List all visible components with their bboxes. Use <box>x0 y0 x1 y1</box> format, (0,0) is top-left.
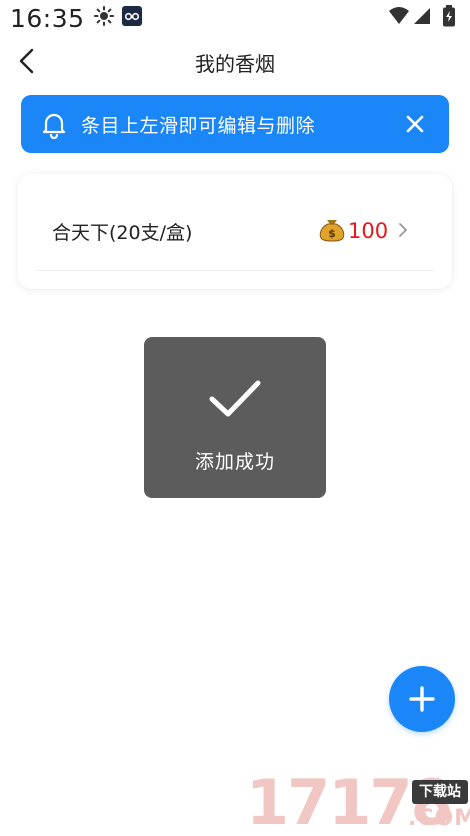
watermark-logo: 17178 下载站 .COM <box>244 770 470 836</box>
svg-text:$: $ <box>328 227 336 240</box>
close-icon <box>406 115 424 133</box>
nav-bar: 我的香烟 <box>0 38 470 86</box>
page-title: 我的香烟 <box>195 52 275 76</box>
item-price: 100 <box>348 219 389 243</box>
chevron-right-icon <box>398 222 408 242</box>
wifi-icon <box>388 6 432 30</box>
money-bag-icon: $ <box>318 216 346 248</box>
success-toast: 添加成功 <box>144 337 326 498</box>
app-notification-icon <box>122 6 142 30</box>
list-item[interactable]: 合天下(20支/盒) $ 100 <box>18 174 452 270</box>
status-time: 16:35 <box>10 4 85 33</box>
status-bar: 16:35 <box>0 0 470 36</box>
item-divider <box>36 270 434 271</box>
tip-text: 条目上左滑即可编辑与删除 <box>81 115 316 137</box>
add-button[interactable] <box>389 666 455 732</box>
battery-icon <box>442 5 456 31</box>
cigarette-list: 合天下(20支/盒) $ 100 <box>18 174 452 289</box>
bell-icon <box>41 111 67 143</box>
watermark-badge: 下载站 <box>412 780 468 804</box>
watermark-suffix: .COM <box>408 806 470 831</box>
item-name: 合天下(20支/盒) <box>52 222 193 244</box>
toast-text: 添加成功 <box>194 451 275 473</box>
check-icon <box>208 377 262 425</box>
close-tip-button[interactable] <box>403 112 427 136</box>
brightness-icon <box>94 6 114 30</box>
tip-banner: 条目上左滑即可编辑与删除 <box>21 95 449 153</box>
plus-icon <box>409 686 435 712</box>
